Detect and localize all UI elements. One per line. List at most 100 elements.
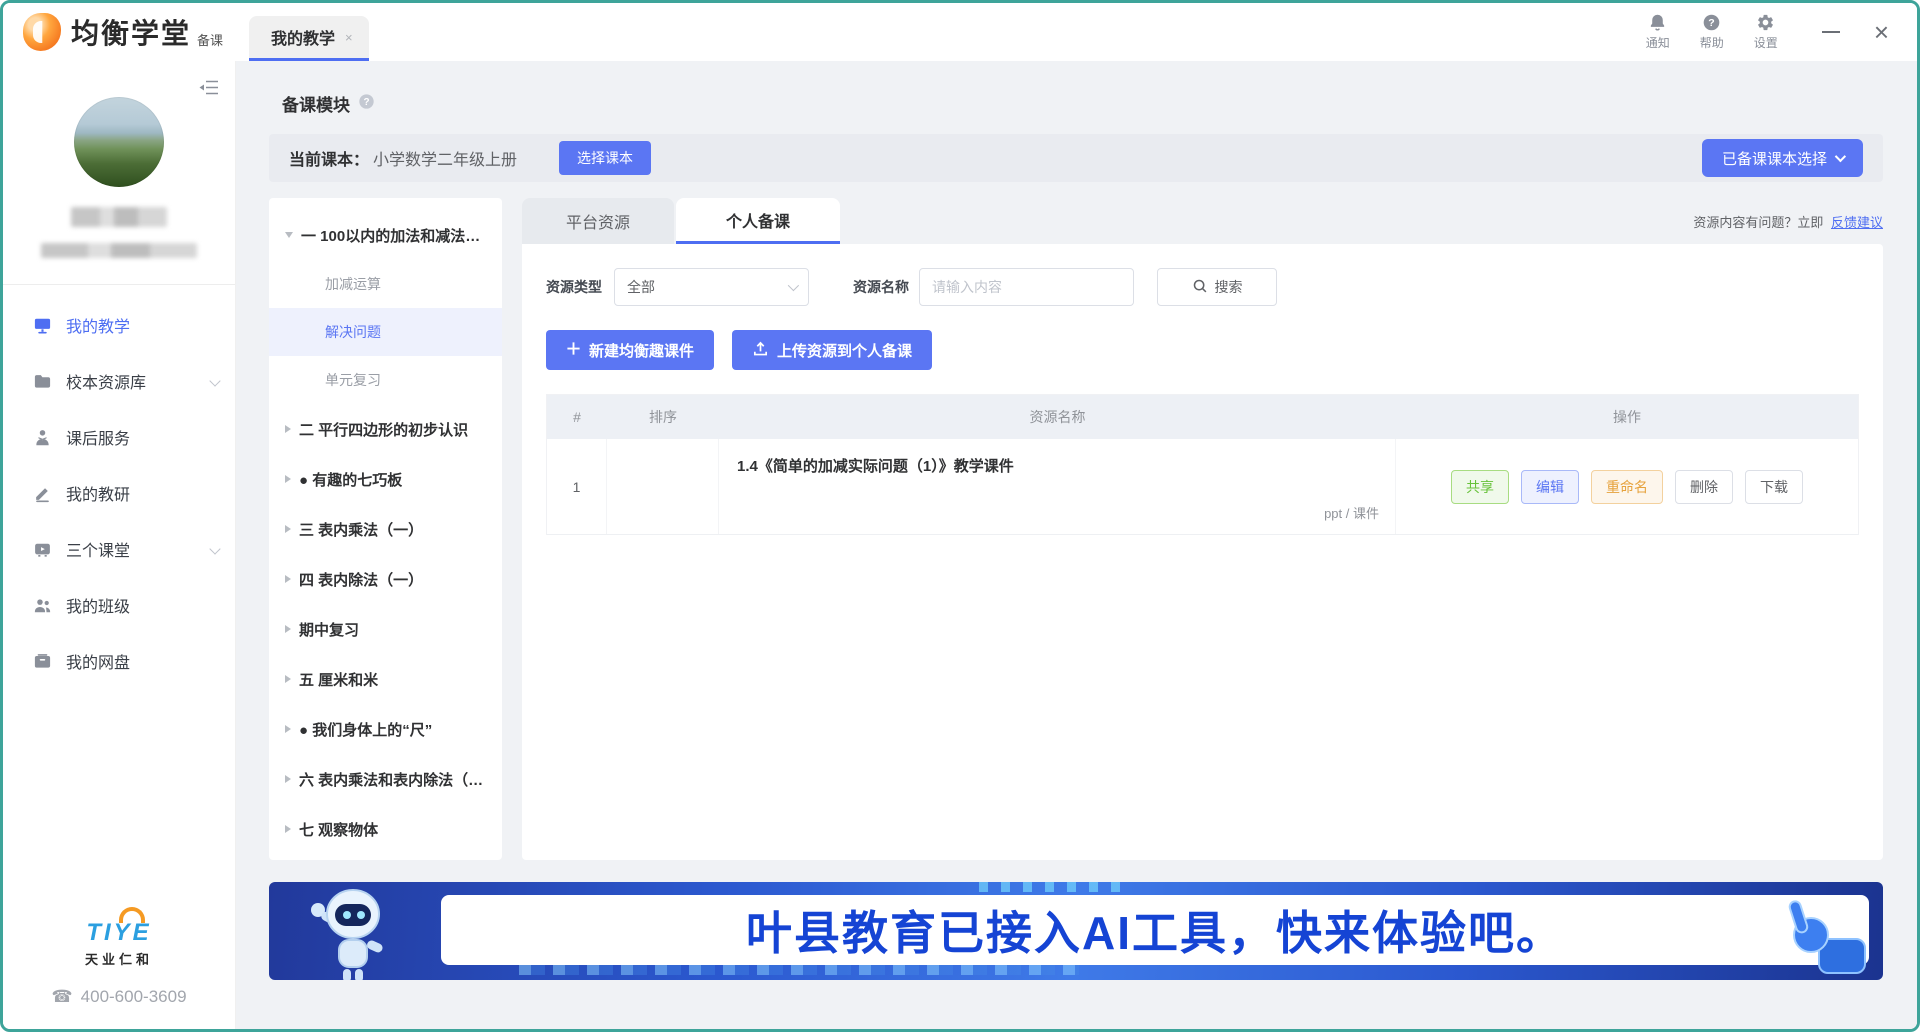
tab-my-teaching[interactable]: 我的教学 × xyxy=(249,16,369,61)
banner-text: 叶县教育已接入AI工具，快来体验吧。 xyxy=(746,897,1564,963)
resource-type-label: 资源类型 xyxy=(546,277,602,297)
upload-resource-button[interactable]: 上传资源到个人备课 xyxy=(732,330,932,370)
video-player-icon xyxy=(33,540,52,559)
search-icon xyxy=(1192,278,1208,297)
tree-item-unit-review[interactable]: 单元复习 xyxy=(269,356,502,404)
sidebar-item-my-drive[interactable]: 我的网盘 xyxy=(3,633,235,689)
help-label: 帮助 xyxy=(1700,34,1724,51)
tree-item-problem-solving[interactable]: 解决问题 xyxy=(269,308,502,356)
module-help-icon[interactable]: ? xyxy=(358,93,375,115)
chevron-down-icon xyxy=(788,280,799,291)
delete-button[interactable]: 删除 xyxy=(1675,470,1733,504)
sidebar-item-three-classrooms[interactable]: 三个课堂 xyxy=(3,521,235,577)
close-button[interactable]: × xyxy=(1874,19,1889,45)
promo-banner[interactable]: 叶县教育已接入AI工具，快来体验吧。 xyxy=(269,882,1883,980)
caret-down-icon xyxy=(285,232,293,238)
tab-label: 我的教学 xyxy=(271,25,335,49)
feedback-link[interactable]: 反馈建议 xyxy=(1831,215,1883,230)
resource-type-select[interactable]: 全部 xyxy=(614,268,809,306)
caret-right-icon xyxy=(285,725,291,733)
caret-right-icon xyxy=(285,675,291,683)
sidebar-item-after-school[interactable]: 课后服务 xyxy=(3,409,235,465)
sidebar-item-label: 我的班级 xyxy=(66,593,130,617)
people-icon xyxy=(33,596,52,615)
tree-item-unit6[interactable]: 六 表内乘法和表内除法（… xyxy=(269,754,502,804)
robot-mascot-icon xyxy=(301,882,397,980)
upload-icon xyxy=(752,340,769,361)
sidebar-item-my-class[interactable]: 我的班级 xyxy=(3,577,235,633)
new-courseware-button[interactable]: 新建均衡趣课件 xyxy=(546,330,714,370)
rename-button[interactable]: 重命名 xyxy=(1591,470,1663,504)
user-name-redacted xyxy=(71,207,167,227)
settings-button[interactable]: 设置 xyxy=(1754,13,1778,51)
tree-item-unit2[interactable]: 二 平行四边形的初步认识 xyxy=(269,404,502,454)
textbook-label: 当前课本： xyxy=(289,146,369,170)
download-button[interactable]: 下载 xyxy=(1745,470,1803,504)
feedback-row: 资源内容有问题？立即 反馈建议 xyxy=(1693,212,1883,231)
tree-item-unit5[interactable]: 五 厘米和米 xyxy=(269,654,502,704)
tiye-company-name: 天业仁和 xyxy=(85,949,153,968)
row-order xyxy=(607,439,719,534)
topbar: 均衡学堂 备课 我的教学 × 通知 ? 帮助 xyxy=(3,3,1917,61)
tree-item-addsub[interactable]: 加减运算 xyxy=(269,260,502,308)
search-label: 搜索 xyxy=(1215,277,1243,297)
prepared-textbook-label: 已备课课本选择 xyxy=(1722,148,1827,169)
chevron-down-icon xyxy=(209,543,220,554)
tree-item-midterm-review[interactable]: 期中复习 xyxy=(269,604,502,654)
phone-number: 400-600-3609 xyxy=(81,987,187,1007)
pencil-icon xyxy=(33,484,52,503)
choose-textbook-button[interactable]: 选择课本 xyxy=(559,141,651,175)
minimize-button[interactable] xyxy=(1822,31,1840,33)
app-window: 均衡学堂 备课 我的教学 × 通知 ? 帮助 xyxy=(0,0,1920,1032)
monitor-icon xyxy=(33,316,52,335)
sidebar-item-school-resources[interactable]: 校本资源库 xyxy=(3,353,235,409)
search-button[interactable]: 搜索 xyxy=(1157,268,1277,306)
tab-personal-prep[interactable]: 个人备课 xyxy=(676,198,840,244)
notifications-button[interactable]: 通知 xyxy=(1646,13,1670,51)
tree-item-tangram[interactable]: ● 有趣的七巧板 xyxy=(269,454,502,504)
caret-right-icon xyxy=(285,575,291,583)
caret-right-icon xyxy=(285,825,291,833)
sidebar-item-label: 我的教学 xyxy=(66,313,130,337)
sidebar-footer: TIYE 天业仁和 ☎ 400-600-3609 xyxy=(3,919,235,1007)
folder-icon xyxy=(33,372,52,391)
topbar-actions: 通知 ? 帮助 设置 xyxy=(1646,13,1778,51)
share-button[interactable]: 共享 xyxy=(1451,470,1509,504)
banner-pill: 叶县教育已接入AI工具，快来体验吧。 xyxy=(441,895,1869,965)
edit-button[interactable]: 编辑 xyxy=(1521,470,1579,504)
tree-item-unit7[interactable]: 七 观察物体 xyxy=(269,804,502,854)
question-icon: ? xyxy=(1702,13,1721,32)
reader-icon xyxy=(33,428,52,447)
resource-title[interactable]: 1.4《简单的加减实际问题（1）》教学课件 xyxy=(737,455,1379,476)
svg-text:?: ? xyxy=(1709,17,1715,29)
tab-close-icon[interactable]: × xyxy=(345,30,353,45)
col-index: # xyxy=(547,409,607,425)
resource-type-value: 全部 xyxy=(627,277,655,297)
sidebar-nav: 我的教学 校本资源库 课后服务 xyxy=(3,285,235,689)
avatar[interactable] xyxy=(74,97,164,187)
tab-platform-resources[interactable]: 平台资源 xyxy=(522,198,674,244)
tree-item-unit3[interactable]: 三 表内乘法（一） xyxy=(269,504,502,554)
tree-item-unit1[interactable]: 一 100以内的加法和减法… xyxy=(269,210,502,260)
page-title: 备课模块 xyxy=(282,91,350,116)
tree-item-unit4[interactable]: 四 表内除法（一） xyxy=(269,554,502,604)
caret-right-icon xyxy=(285,425,291,433)
tree-item-body-ruler[interactable]: ● 我们身体上的“尺” xyxy=(269,704,502,754)
sidebar-item-label: 我的网盘 xyxy=(66,649,130,673)
bell-icon xyxy=(1648,13,1667,32)
sidebar-item-my-research[interactable]: 我的教研 xyxy=(3,465,235,521)
help-button[interactable]: ? 帮助 xyxy=(1700,13,1724,51)
app-brand: 均衡学堂 备课 xyxy=(3,12,249,52)
caret-right-icon xyxy=(285,625,291,633)
window-controls: × xyxy=(1822,19,1889,45)
notifications-label: 通知 xyxy=(1646,34,1670,51)
collapse-sidebar-button[interactable] xyxy=(199,79,219,101)
upload-resource-label: 上传资源到个人备课 xyxy=(777,340,912,361)
sidebar-item-my-teaching[interactable]: 我的教学 xyxy=(3,297,235,353)
prepared-textbook-dropdown[interactable]: 已备课课本选择 xyxy=(1702,139,1863,177)
table-header: # 排序 资源名称 操作 xyxy=(547,395,1858,439)
resource-table: # 排序 资源名称 操作 1 1.4《简单的加减实际问题（1）》教学课件 xyxy=(546,394,1859,535)
tiye-cloud-icon xyxy=(119,907,145,923)
resource-name-input[interactable] xyxy=(919,268,1134,306)
svg-text:?: ? xyxy=(363,96,369,107)
